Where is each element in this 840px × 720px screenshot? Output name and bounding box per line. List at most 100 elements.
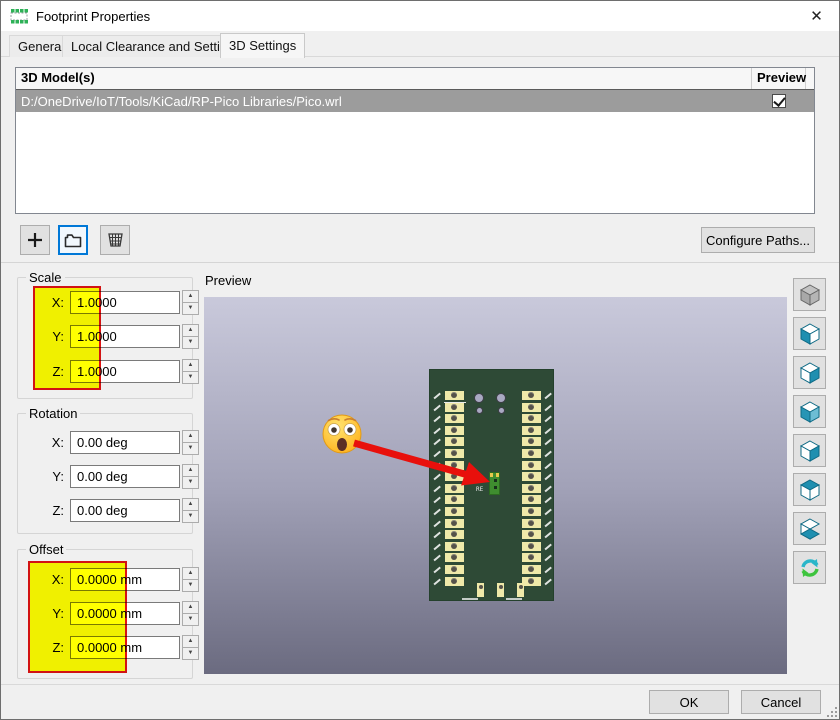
pin-label-mark xyxy=(544,509,551,515)
pcb-pad-left xyxy=(445,542,464,551)
rotation-y-input[interactable] xyxy=(70,465,180,488)
configure-paths-button[interactable]: Configure Paths... xyxy=(701,227,815,253)
pad-hole xyxy=(451,508,457,514)
column-preview[interactable]: Preview xyxy=(752,68,806,89)
pcb-pad-bottom xyxy=(497,583,504,597)
pad-hole xyxy=(528,520,534,526)
pin-label-mark xyxy=(433,532,440,538)
pcb-pad-right xyxy=(522,426,541,435)
pcb-pad-right xyxy=(522,403,541,412)
pcb-pad-right xyxy=(522,530,541,539)
isometric-view-button[interactable] xyxy=(793,278,826,311)
pin-label-mark xyxy=(544,543,551,549)
pin-label-mark xyxy=(433,520,440,526)
scale-y-spinner[interactable]: ▲▼ xyxy=(182,324,199,349)
resize-grip[interactable] xyxy=(827,707,837,717)
pin-label-mark xyxy=(433,567,440,573)
pcb-pad-left xyxy=(445,519,464,528)
pin-label-mark xyxy=(544,567,551,573)
pin-label-mark xyxy=(544,497,551,503)
plus-icon xyxy=(27,232,43,248)
column-3d-models[interactable]: 3D Model(s) xyxy=(16,68,752,89)
pcb-pad-right xyxy=(522,391,541,400)
pin-label-mark xyxy=(544,404,551,410)
title-bar: Footprint Properties ✕ xyxy=(1,1,839,31)
pad-hole xyxy=(528,450,534,456)
view-right-button[interactable] xyxy=(793,356,826,389)
scale-group-title: Scale xyxy=(26,270,65,285)
pad-hole xyxy=(519,585,523,589)
pad-hole xyxy=(528,404,534,410)
rotation-y-spinner[interactable]: ▲▼ xyxy=(182,464,199,489)
rotation-x-input[interactable] xyxy=(70,431,180,454)
pin-label-mark xyxy=(544,393,551,399)
pad-hole xyxy=(451,427,457,433)
scale-z-spinner[interactable]: ▲▼ xyxy=(182,359,199,384)
pcb-pad-bottom xyxy=(477,583,484,597)
pcb-pad-bottom xyxy=(517,583,524,597)
cube-top-face-icon xyxy=(798,478,822,502)
pcb-pad-right xyxy=(522,472,541,481)
offset-y-spinner[interactable]: ▲▼ xyxy=(182,601,199,626)
ok-button[interactable]: OK xyxy=(649,690,729,714)
pcb-pad-right xyxy=(522,553,541,562)
scale-highlight-annotation xyxy=(33,286,101,390)
pin-label-mark xyxy=(544,485,551,491)
add-model-button[interactable] xyxy=(20,225,50,255)
cube-front-face-icon xyxy=(798,400,822,424)
pcb-pad-right xyxy=(522,542,541,551)
rotation-z-spinner[interactable]: ▲▼ xyxy=(182,498,199,523)
view-front-button[interactable] xyxy=(793,395,826,428)
pad-hole xyxy=(528,508,534,514)
cancel-button[interactable]: Cancel xyxy=(741,690,821,714)
model-row[interactable]: D:/OneDrive/IoT/Tools/KiCad/RP-Pico Libr… xyxy=(16,90,814,112)
mounting-hole xyxy=(474,393,484,403)
mounting-hole xyxy=(496,393,506,403)
pad-hole xyxy=(528,392,534,398)
pcb-pad-left xyxy=(445,553,464,562)
pin-label-mark xyxy=(433,427,440,433)
delete-model-button[interactable] xyxy=(100,225,130,255)
pad-hole xyxy=(451,531,457,537)
offset-x-spinner[interactable]: ▲▼ xyxy=(182,567,199,592)
preview-checkbox[interactable] xyxy=(772,94,786,108)
pad-hole xyxy=(499,585,503,589)
view-top-button[interactable] xyxy=(793,473,826,506)
window-title: Footprint Properties xyxy=(36,9,150,24)
view-back-button[interactable] xyxy=(793,434,826,467)
scale-x-spinner[interactable]: ▲▼ xyxy=(182,290,199,315)
model-path[interactable]: D:/OneDrive/IoT/Tools/KiCad/RP-Pico Libr… xyxy=(16,94,752,109)
pcb-pad-right xyxy=(522,414,541,423)
view-bottom-button[interactable] xyxy=(793,512,826,545)
footprint-icon xyxy=(10,9,29,24)
rotation-group: Rotation X: ▲▼ Y: ▲▼ Z: ▲▼ xyxy=(17,413,193,534)
pad-hole xyxy=(479,585,483,589)
pin-label-mark xyxy=(433,497,440,503)
reload-model-button[interactable] xyxy=(793,551,826,584)
rotation-z-input[interactable] xyxy=(70,499,180,522)
pcb-pad-right xyxy=(522,495,541,504)
pad-hole xyxy=(528,543,534,549)
footprint-properties-dialog: Footprint Properties ✕ General Local Cle… xyxy=(0,0,840,720)
browse-model-button[interactable] xyxy=(58,225,88,255)
pad-hole xyxy=(451,566,457,572)
pcb-pad-left xyxy=(445,530,464,539)
view-left-button[interactable] xyxy=(793,317,826,350)
bottom-silk-text-mark xyxy=(506,598,522,600)
pin-label-mark xyxy=(544,462,551,468)
pad-hole xyxy=(528,531,534,537)
pin-label-mark xyxy=(433,555,440,561)
pcb-pad-left xyxy=(445,495,464,504)
pin-label-mark xyxy=(544,520,551,526)
pad-hole xyxy=(528,566,534,572)
close-button[interactable]: ✕ xyxy=(794,1,839,31)
tab-bar: General Local Clearance and Settings 3D … xyxy=(1,31,839,57)
pad-hole xyxy=(528,473,534,479)
trash-icon xyxy=(107,232,124,248)
pad-hole xyxy=(528,427,534,433)
rotation-x-spinner[interactable]: ▲▼ xyxy=(182,430,199,455)
offset-z-spinner[interactable]: ▲▼ xyxy=(182,635,199,660)
cube-left-face-icon xyxy=(798,322,822,346)
tab-3d-settings[interactable]: 3D Settings xyxy=(220,33,305,58)
pin-label-mark xyxy=(433,404,440,410)
